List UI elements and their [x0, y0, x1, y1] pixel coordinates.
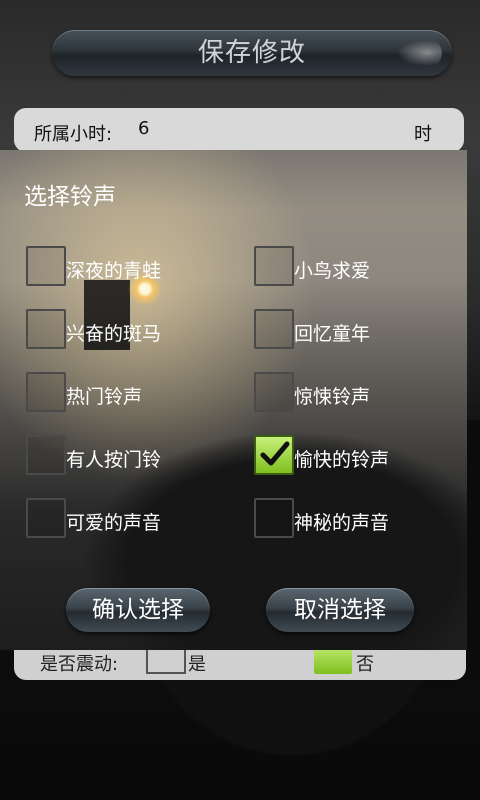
- confirm-button-label: 确认选择: [92, 597, 184, 623]
- ringtone-option[interactable]: 惊悚铃声: [254, 372, 454, 412]
- ringtone-option[interactable]: 深夜的青蛙: [26, 246, 226, 286]
- ringtone-label: 回忆童年: [294, 323, 371, 345]
- save-button[interactable]: 保存修改: [52, 30, 452, 76]
- button-glint: [392, 38, 442, 68]
- vibration-yes-label: 是: [188, 654, 206, 675]
- checkbox-checked[interactable]: [254, 435, 294, 475]
- hour-field[interactable]: 所属小时: 6 时: [14, 108, 464, 152]
- ringtone-dialog: 选择铃声 深夜的青蛙 兴奋的斑马 热门铃声 有人按门铃 可爱的声音 小鸟求爱 回…: [0, 150, 467, 650]
- ringtone-option[interactable]: 热门铃声: [26, 372, 226, 412]
- ringtone-option[interactable]: 神秘的声音: [254, 498, 454, 538]
- checkbox[interactable]: [254, 498, 294, 538]
- checkbox[interactable]: [254, 372, 294, 412]
- dialog-title: 选择铃声: [24, 184, 116, 210]
- checkbox[interactable]: [26, 372, 66, 412]
- ringtone-label: 小鸟求爱: [294, 260, 371, 282]
- cancel-button[interactable]: 取消选择: [266, 588, 414, 632]
- ringtone-label: 惊悚铃声: [294, 386, 371, 408]
- ringtone-label: 愉快的铃声: [294, 449, 390, 471]
- cancel-button-label: 取消选择: [294, 597, 386, 623]
- ringtone-option[interactable]: 小鸟求爱: [254, 246, 454, 286]
- checkbox[interactable]: [26, 309, 66, 349]
- ringtone-label: 热门铃声: [66, 386, 143, 408]
- checkmark-icon: [260, 441, 290, 466]
- ringtone-option[interactable]: 有人按门铃: [26, 435, 226, 475]
- ringtone-label: 可爱的声音: [66, 512, 162, 534]
- vibration-label: 是否震动:: [40, 654, 119, 675]
- hour-label: 所属小时:: [34, 124, 113, 145]
- ringtone-option[interactable]: 兴奋的斑马: [26, 309, 226, 349]
- save-button-label: 保存修改: [197, 38, 306, 68]
- checkbox[interactable]: [26, 246, 66, 286]
- hour-unit: 时: [414, 124, 432, 145]
- checkbox[interactable]: [26, 498, 66, 538]
- hour-value[interactable]: 6: [138, 118, 149, 139]
- ringtone-label: 兴奋的斑马: [66, 323, 162, 345]
- checkbox[interactable]: [254, 309, 294, 349]
- ringtone-label: 深夜的青蛙: [66, 260, 162, 282]
- ringtone-label: 有人按门铃: [66, 449, 162, 471]
- confirm-button[interactable]: 确认选择: [66, 588, 210, 632]
- ringtone-option[interactable]: 可爱的声音: [26, 498, 226, 538]
- checkbox[interactable]: [26, 435, 66, 475]
- checkbox[interactable]: [254, 246, 294, 286]
- ringtone-option[interactable]: 愉快的铃声: [254, 435, 454, 475]
- ringtone-option[interactable]: 回忆童年: [254, 309, 454, 349]
- vibration-no-label: 否: [356, 654, 374, 675]
- ringtone-label: 神秘的声音: [294, 512, 390, 534]
